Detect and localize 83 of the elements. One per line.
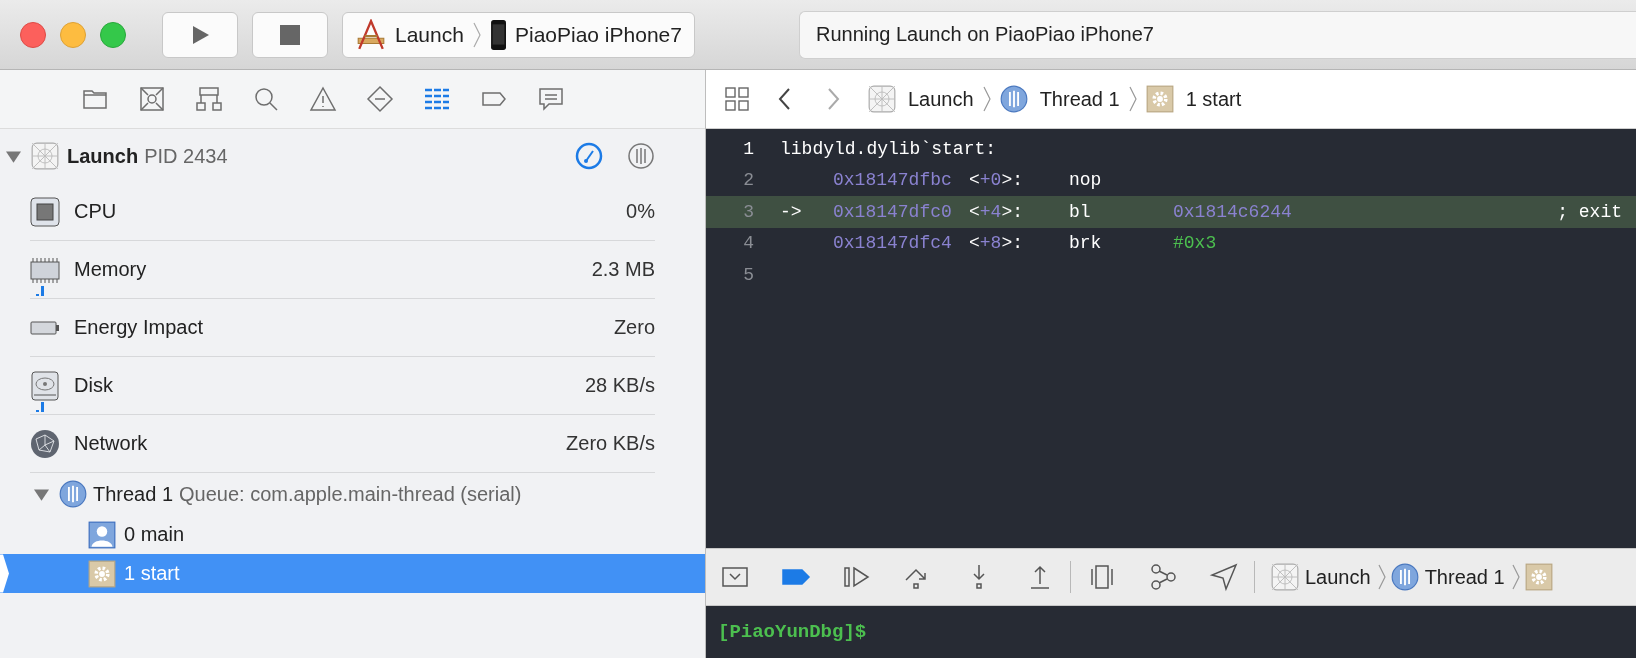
gear-icon xyxy=(1524,563,1553,591)
app-icon xyxy=(1271,563,1299,591)
thread-icon xyxy=(999,85,1028,113)
hierarchy-icon[interactable] xyxy=(194,85,223,113)
gauge-value: 0% xyxy=(626,200,655,223)
instruction-operand: 0x1814c6244 xyxy=(1173,201,1292,222)
thread-queue: Queue: com.apple.main-thread (serial) xyxy=(179,482,522,506)
app-icon xyxy=(31,142,59,170)
run-button[interactable] xyxy=(162,11,238,58)
activity-status: Running Launch on PiaoPiao iPhone7 xyxy=(798,10,1636,59)
code-comment: ; exit xyxy=(1557,201,1622,222)
gauge-row[interactable]: Memory 2.3 MB xyxy=(30,241,655,299)
instruction-offset: <+4>: xyxy=(969,201,1025,222)
process-name: Launch xyxy=(67,144,139,168)
gauge-row[interactable]: Energy Impact Zero xyxy=(30,299,655,357)
warning-icon[interactable] xyxy=(308,85,337,113)
gauge-icon[interactable] xyxy=(575,142,603,170)
gauge-value: 28 KB/s xyxy=(584,374,655,397)
instruction-mnemonic: nop xyxy=(1069,170,1102,191)
thread-label[interactable]: Thread 1 xyxy=(93,482,174,506)
instruction-mnemonic: bl xyxy=(1069,201,1091,222)
instruction-offset: <+8>: xyxy=(969,233,1025,254)
line-number: 3 xyxy=(742,201,754,222)
instruction-address: 0x18147dfc4 xyxy=(833,233,953,254)
gauge-label[interactable]: Disk xyxy=(74,374,113,397)
selection-edge-icon xyxy=(0,554,10,593)
phone-icon xyxy=(489,18,507,51)
line-number: 1 xyxy=(742,138,754,159)
breadcrumb[interactable]: Launch xyxy=(1305,565,1371,589)
stack-frame-row[interactable]: 0 main xyxy=(0,515,705,554)
app-icon xyxy=(868,85,896,113)
thread-icon xyxy=(59,480,87,508)
process-id: PID 2434 xyxy=(144,144,228,168)
stop-button[interactable] xyxy=(252,11,328,58)
thread-icon xyxy=(1390,563,1419,591)
person-icon xyxy=(88,520,116,549)
code-label: libdyld.dylib`start: xyxy=(780,138,997,159)
breadcrumb[interactable]: 1 start xyxy=(1185,87,1242,111)
chevron-icon xyxy=(1510,562,1521,592)
activity-sparkline xyxy=(36,284,46,296)
instruction-address: 0x18147dfc0 xyxy=(833,201,953,222)
gauge-label[interactable]: Network xyxy=(74,432,148,455)
gauge-label[interactable]: CPU xyxy=(74,200,117,223)
gear-icon xyxy=(88,559,116,588)
instruction-address: 0x18147dfbc xyxy=(833,170,953,191)
instruction-offset: <+0>: xyxy=(969,170,1025,191)
line-number: 2 xyxy=(742,170,754,191)
breadcrumb[interactable]: Launch xyxy=(908,87,974,111)
line-number: 5 xyxy=(742,264,754,285)
diamond-icon[interactable] xyxy=(365,85,394,113)
gauge-row[interactable]: CPU 0% xyxy=(30,183,655,241)
chevron-icon xyxy=(1376,562,1387,592)
gauge-value: Zero xyxy=(613,316,655,339)
location-arrow-icon[interactable] xyxy=(1209,562,1239,592)
line-number: 4 xyxy=(742,233,754,254)
current-line-arrow: -> xyxy=(780,201,802,222)
scheme-selector[interactable]: Launch PiaoPiao iPhone7 xyxy=(342,11,695,58)
speech-bubble-icon[interactable] xyxy=(536,85,565,113)
globe-icon xyxy=(30,428,60,459)
activity-sparkline xyxy=(36,400,46,412)
gauge-label[interactable]: Energy Impact xyxy=(74,316,203,339)
window-close-button[interactable] xyxy=(20,21,46,48)
chip-icon xyxy=(30,196,60,227)
chevron-icon xyxy=(981,84,992,114)
pencil-ruler-icon xyxy=(355,18,387,51)
gauge-label[interactable]: Memory xyxy=(74,258,147,281)
breadcrumb[interactable]: Thread 1 xyxy=(1424,565,1505,589)
graph-icon[interactable] xyxy=(1148,562,1178,592)
gauge-row[interactable]: Network Zero KB/s xyxy=(30,415,655,473)
breadcrumb[interactable]: Thread 1 xyxy=(1039,87,1120,111)
instruction-mnemonic: brk xyxy=(1069,233,1102,254)
square-icon[interactable] xyxy=(137,85,166,113)
thread-icon[interactable] xyxy=(627,142,655,170)
stop-icon xyxy=(278,22,302,47)
gauge-value: 2.3 MB xyxy=(591,258,655,281)
gauge-row[interactable]: Disk 28 KB/s xyxy=(30,357,655,415)
window-zoom-button[interactable] xyxy=(100,21,126,48)
grid-icon[interactable] xyxy=(724,86,750,112)
gauge-value: Zero KB/s xyxy=(566,432,655,455)
instruction-operand: #0x3 xyxy=(1173,233,1217,254)
gear-icon xyxy=(1145,85,1174,113)
chevron-icon xyxy=(1127,84,1138,114)
console-prompt: [PiaoYunDbg]$ xyxy=(718,621,867,643)
